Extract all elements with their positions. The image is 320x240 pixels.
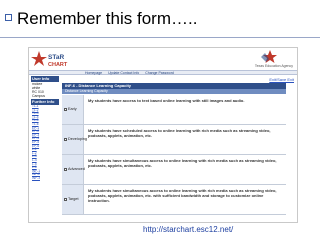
- title-bullet: [5, 14, 12, 21]
- user-line: Campus: [32, 94, 46, 98]
- choice-cell: Early: [62, 95, 84, 124]
- level-radio[interactable]: [64, 198, 67, 201]
- choice-cell: Target: [62, 185, 84, 214]
- exit-link[interactable]: Exit/Save Exit: [269, 77, 294, 82]
- rubric-row-early: Early My students have access to text ba…: [62, 95, 286, 125]
- top-nav: Homepage Update Contact Info Change Pass…: [29, 70, 297, 75]
- svg-text:STaR: STaR: [48, 54, 64, 61]
- choice-cell: Advanced: [62, 155, 85, 184]
- title-rule: [0, 37, 320, 38]
- rubric-row-advanced: Advanced My students have simultaneous a…: [62, 155, 286, 185]
- slide-title: Remember this form…..: [17, 9, 198, 28]
- level-description: My students have simultaneous access to …: [88, 158, 277, 168]
- footer-url-link[interactable]: http://starchart.esc12.net/: [143, 225, 233, 234]
- level-description: My students have simultaneous access to …: [88, 188, 277, 203]
- nav-change-password[interactable]: Change Password: [145, 71, 174, 75]
- level-label: Target: [68, 197, 79, 201]
- choice-cell: Developing: [62, 125, 87, 154]
- main-content: Exit/Save Exit INF-6 - Distance Learning…: [62, 76, 296, 221]
- level-radio[interactable]: [64, 108, 67, 111]
- screenshot-frame: STaR CHART Texas Education Agency Homepa…: [28, 47, 298, 223]
- level-description: My students have access to text based on…: [88, 98, 245, 103]
- level-label: Advanced: [68, 167, 85, 171]
- panel-subheader: Distance Learning Capacity: [62, 89, 286, 94]
- sidebar: User Info mckee white RC 010 Campus Furt…: [31, 76, 59, 221]
- level-label: Early: [68, 107, 77, 111]
- rubric-table: Early My students have access to text ba…: [62, 95, 286, 215]
- sidebar-link[interactable]: INF-3: [31, 176, 59, 181]
- star-chart-logo: STaR CHART: [31, 51, 68, 68]
- site-banner: STaR CHART Texas Education Agency: [29, 48, 297, 70]
- level-description: My students have scheduled access to onl…: [88, 128, 271, 138]
- nav-homepage[interactable]: Homepage: [85, 71, 102, 75]
- level-label: Developing: [68, 137, 87, 141]
- agency-label: Texas Education Agency: [254, 64, 293, 68]
- rubric-row-target: Target My students have simultaneous acc…: [62, 185, 286, 215]
- rubric-row-developing: Developing My students have scheduled ac…: [62, 125, 286, 155]
- level-radio[interactable]: [64, 138, 67, 141]
- nav-update-contact[interactable]: Update Contact Info: [108, 71, 139, 75]
- svg-text:CHART: CHART: [48, 62, 68, 68]
- level-radio[interactable]: [64, 168, 67, 171]
